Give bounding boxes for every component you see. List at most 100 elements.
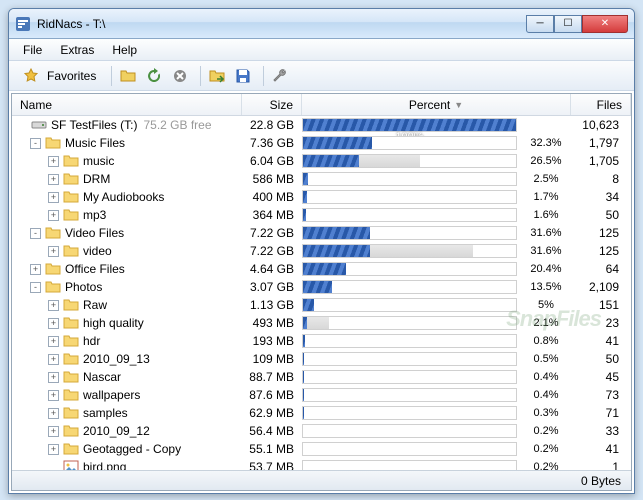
percent-text: 1.6% (521, 209, 571, 221)
item-size: 586 MB (242, 172, 302, 186)
item-size: 400 MB (242, 190, 302, 204)
percent-text: 0.2% (521, 425, 571, 437)
expander[interactable]: + (48, 336, 59, 347)
favorites-button[interactable]: Favorites (15, 66, 104, 86)
stop-button[interactable] (171, 65, 193, 87)
item-name: Nascar (83, 370, 121, 384)
menu-extras[interactable]: Extras (52, 41, 102, 59)
item-size: 1.13 GB (242, 298, 302, 312)
table-row[interactable]: +Office Files 4.64 GB 20.4% 64 (12, 260, 631, 278)
expander[interactable]: - (30, 228, 41, 239)
table-row[interactable]: +Geotagged - Copy 55.1 MB 0.2% 41 (12, 440, 631, 458)
expander[interactable]: + (48, 408, 59, 419)
status-bytes: 0 Bytes (581, 474, 621, 488)
percent-text: 20.4% (521, 263, 571, 275)
expander[interactable]: - (30, 282, 41, 293)
table-row[interactable]: +high quality 493 MB 2.1% 23 (12, 314, 631, 332)
expander[interactable]: - (30, 138, 41, 149)
item-size: 88.7 MB (242, 370, 302, 384)
item-size: 7.36 GB (242, 136, 302, 150)
percent-bar (302, 298, 517, 312)
expander[interactable]: + (48, 300, 59, 311)
header-size[interactable]: Size (242, 94, 302, 115)
open-folder-button[interactable] (119, 65, 141, 87)
menu-file[interactable]: File (15, 41, 50, 59)
expander[interactable]: + (48, 156, 59, 167)
expander[interactable]: + (48, 210, 59, 221)
table-row[interactable]: +My Audiobooks 400 MB 1.7% 34 (12, 188, 631, 206)
header-name[interactable]: Name (12, 94, 242, 115)
folder-icon (63, 387, 79, 403)
table-row[interactable]: +samples 62.9 MB 0.3% 71 (12, 404, 631, 422)
item-name: music (83, 154, 114, 168)
item-files: 45 (571, 370, 631, 384)
header-files[interactable]: Files (571, 94, 631, 115)
table-row[interactable]: +2010_09_13 109 MB 0.5% 50 (12, 350, 631, 368)
item-files: 151 (571, 298, 631, 312)
refresh-button[interactable] (145, 65, 167, 87)
item-size: 493 MB (242, 316, 302, 330)
percent-text: 0.4% (521, 389, 571, 401)
folder-icon (63, 297, 79, 313)
expander[interactable]: + (48, 372, 59, 383)
minimize-button[interactable]: ─ (526, 15, 554, 33)
free-space: 75.2 GB free (143, 118, 211, 132)
maximize-button[interactable]: ☐ (554, 15, 582, 33)
save-button[interactable] (234, 65, 256, 87)
root-row[interactable]: SF TestFiles (T:) 75.2 GB free 22.8 GB 1… (12, 116, 631, 134)
close-button[interactable]: ✕ (582, 15, 628, 33)
item-name: samples (83, 406, 128, 420)
item-name: video (83, 244, 112, 258)
item-size: 364 MB (242, 208, 302, 222)
menu-help[interactable]: Help (104, 41, 145, 59)
item-files: 125 (571, 244, 631, 258)
percent-bar (302, 226, 517, 240)
table-row[interactable]: +music 6.04 GB 26.5% 1,705 (12, 152, 631, 170)
table-row[interactable]: bird.png 53.7 MB 0.2% 1 (12, 458, 631, 470)
expander[interactable]: + (48, 444, 59, 455)
export-button[interactable] (208, 65, 230, 87)
item-files: 1,797 (571, 136, 631, 150)
expander[interactable]: + (48, 354, 59, 365)
table-row[interactable]: -Video Files 7.22 GB 31.6% 125 (12, 224, 631, 242)
item-size: 7.22 GB (242, 244, 302, 258)
percent-bar (302, 424, 517, 438)
header-percent[interactable]: Percent▼ (302, 94, 571, 115)
item-files: 23 (571, 316, 631, 330)
item-files: 50 (571, 352, 631, 366)
table-row[interactable]: +DRM 586 MB 2.5% 8 (12, 170, 631, 188)
folder-icon (63, 423, 79, 439)
percent-bar (302, 352, 517, 366)
percent-text: 26.5% (521, 155, 571, 167)
expander[interactable]: + (48, 192, 59, 203)
item-name: bird.png (83, 460, 126, 470)
table-row[interactable]: +hdr 193 MB 0.8% 41 (12, 332, 631, 350)
expander[interactable]: + (48, 174, 59, 185)
table-row[interactable]: -Photos 3.07 GB 13.5% 2,109 (12, 278, 631, 296)
item-size: 7.22 GB (242, 226, 302, 240)
sort-desc-icon: ▼ (454, 100, 463, 110)
item-files: 71 (571, 406, 631, 420)
table-row[interactable]: +video 7.22 GB 31.6% 125 (12, 242, 631, 260)
item-files: 34 (571, 190, 631, 204)
table-row[interactable]: +mp3 364 MB 1.6% 50 (12, 206, 631, 224)
window-title: RidNacs - T:\ (37, 17, 526, 31)
expander[interactable]: + (48, 318, 59, 329)
folder-export-icon (209, 68, 225, 84)
table-row[interactable]: +wallpapers 87.6 MB 0.4% 73 (12, 386, 631, 404)
app-icon (15, 16, 31, 32)
table-row[interactable]: +2010_09_12 56.4 MB 0.2% 33 (12, 422, 631, 440)
expander[interactable]: + (30, 264, 41, 275)
settings-button[interactable] (271, 65, 293, 87)
table-row[interactable]: +Raw 1.13 GB 5% 151 (12, 296, 631, 314)
root-files: 10,623 (571, 118, 631, 132)
percent-text: 0.2% (521, 461, 571, 470)
percent-bar (302, 136, 517, 150)
expander[interactable]: + (48, 390, 59, 401)
expander[interactable]: + (48, 246, 59, 257)
table-row[interactable]: -Music Files 7.36 GB 32.3% 1,797 (12, 134, 631, 152)
file-list[interactable]: SF TestFiles (T:) 75.2 GB free 22.8 GB 1… (12, 116, 631, 470)
expander[interactable]: + (48, 426, 59, 437)
titlebar[interactable]: RidNacs - T:\ ─ ☐ ✕ (9, 9, 634, 39)
table-row[interactable]: +Nascar 88.7 MB 0.4% 45 (12, 368, 631, 386)
